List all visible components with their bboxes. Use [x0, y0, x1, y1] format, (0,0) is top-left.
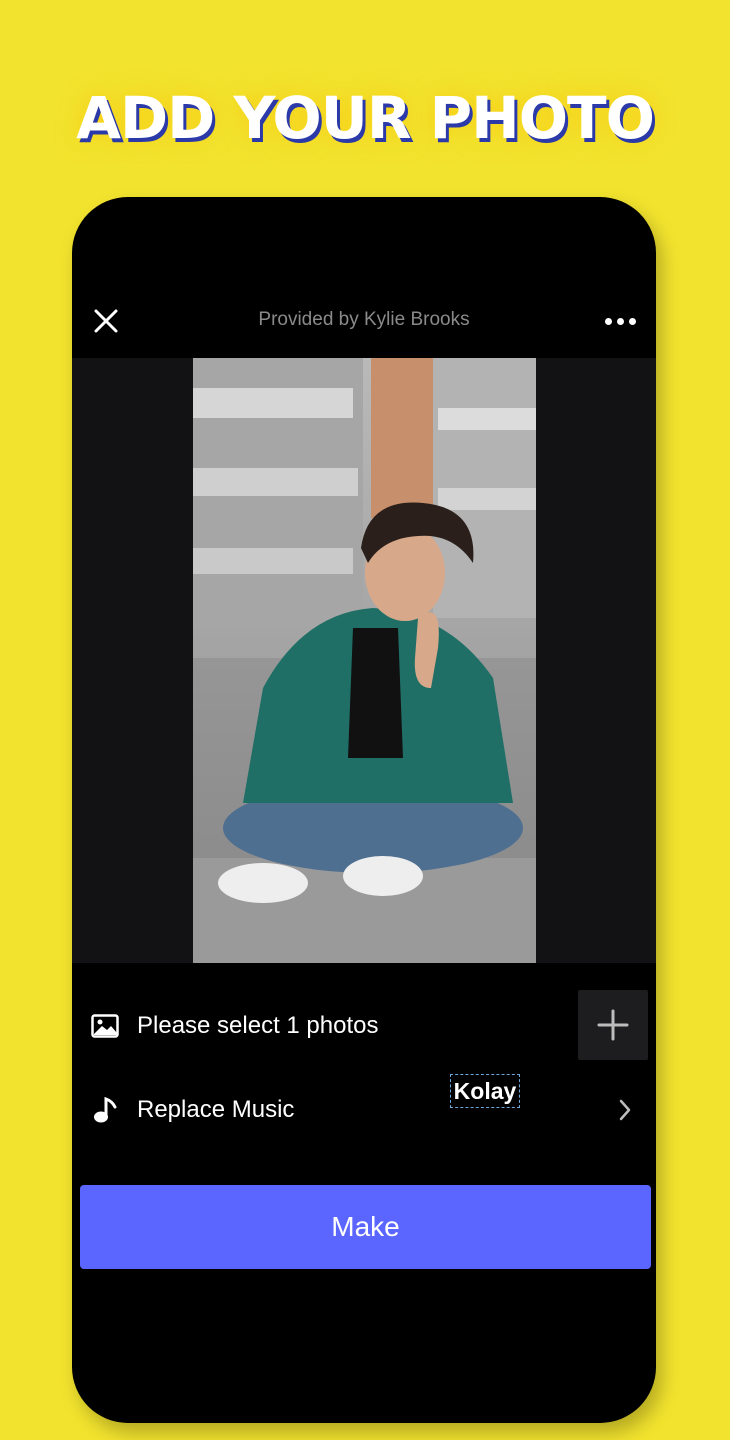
template-preview[interactable]: Kolay [72, 358, 656, 1108]
plus-icon [597, 1009, 629, 1041]
more-icon [604, 317, 612, 325]
select-photos-label: Please select 1 photos [137, 1012, 379, 1039]
headline: ADD YOUR PHOTO [76, 84, 655, 152]
image-icon [90, 1011, 120, 1041]
music-note-icon [90, 1095, 120, 1125]
make-button[interactable]: Make [80, 1185, 651, 1269]
more-options-button[interactable] [600, 305, 640, 337]
provided-by-label: Provided by Kylie Brooks [258, 309, 470, 330]
select-photos-row[interactable]: Please select 1 photos [72, 990, 656, 1061]
add-photo-button[interactable] [578, 990, 648, 1060]
phone-frame: Provided by Kylie Brooks Kolay Please se… [72, 197, 656, 1423]
chevron-right-icon [619, 1099, 631, 1121]
replace-music-label: Replace Music [137, 1096, 295, 1123]
replace-music-row[interactable]: Replace Music [72, 1075, 656, 1145]
template-photo [193, 358, 536, 963]
